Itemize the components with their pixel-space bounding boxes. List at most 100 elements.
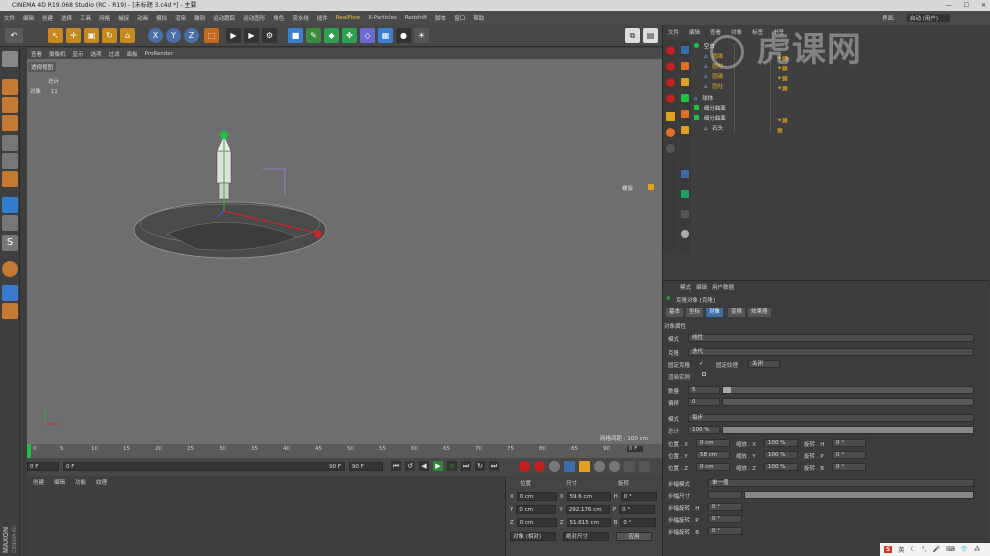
scale-z-input[interactable]: 100 % xyxy=(764,463,798,471)
menu-window[interactable]: 窗口 xyxy=(454,14,465,22)
layout-icon[interactable]: ▤ xyxy=(643,28,658,43)
tab-transform[interactable]: 变换 xyxy=(728,308,746,317)
cube-icon[interactable]: ■ xyxy=(288,28,303,43)
workplane-icon[interactable] xyxy=(2,115,18,131)
end-frame-field[interactable]: 90 F xyxy=(349,462,383,471)
recent-tool-icon[interactable]: ⌂ xyxy=(120,28,135,43)
count-slider[interactable] xyxy=(722,386,974,394)
palette2-icon-8[interactable] xyxy=(681,190,689,198)
attr-menu-userdata[interactable]: 用户数据 xyxy=(712,283,734,291)
total-slider[interactable] xyxy=(722,426,974,434)
last-frame-icon[interactable]: ⏭ xyxy=(489,461,499,471)
menu-plugins[interactable]: 插件 xyxy=(317,14,328,22)
maximize-button[interactable]: ☐ xyxy=(964,0,969,11)
layout-dropdown[interactable]: 启动 (用户) xyxy=(906,14,950,22)
menu-select[interactable]: 选择 xyxy=(61,14,72,22)
z-axis-icon[interactable]: Z xyxy=(184,28,199,43)
step-rot-p-input[interactable]: 0 ° xyxy=(708,515,742,523)
range-slider[interactable]: 0 F 90 F xyxy=(63,462,345,471)
menu-motion-tracking[interactable]: 运动跟踪 xyxy=(213,14,235,22)
texture-mode-icon[interactable] xyxy=(2,97,18,113)
rotate-icon[interactable]: ↻ xyxy=(102,28,117,43)
prev-frame-icon[interactable]: ◀ xyxy=(419,461,429,471)
record-key-icon[interactable] xyxy=(519,461,530,472)
count-field[interactable]: 5 xyxy=(688,386,720,394)
menu-help[interactable]: 帮助 xyxy=(473,14,484,22)
coords-apply-button[interactable]: 应用 xyxy=(616,532,652,541)
param-key-icon[interactable] xyxy=(609,461,620,472)
palette2-icon-3[interactable] xyxy=(681,78,689,86)
camera-icon[interactable]: ● xyxy=(396,28,411,43)
palette2-icon-10[interactable] xyxy=(681,230,689,238)
size-z-field[interactable]: 51.615 cm xyxy=(566,518,611,527)
locked-workplane-icon[interactable] xyxy=(2,261,18,277)
key-selection-icon[interactable] xyxy=(549,461,560,472)
snap-icon[interactable]: S xyxy=(2,235,18,251)
om-menu-file[interactable]: 文件 xyxy=(668,28,679,36)
ime-grid-icon[interactable]: ⁂ xyxy=(974,546,980,553)
render-instances-checkbox[interactable] xyxy=(702,372,706,376)
vp-menu-prorender[interactable]: ProRender xyxy=(145,51,173,57)
palette-icon-6[interactable] xyxy=(666,128,675,137)
select-arrow-icon[interactable]: ↖ xyxy=(48,28,63,43)
loop-icon[interactable]: ↻ xyxy=(475,461,485,471)
total-field[interactable]: 100 % xyxy=(688,426,720,434)
fixed-texture-dropdown[interactable]: 关闭 xyxy=(748,360,780,368)
scale-icon[interactable]: ▣ xyxy=(84,28,99,43)
next-key-icon[interactable]: ≡ xyxy=(447,461,457,471)
mode-dropdown[interactable]: 线性 xyxy=(688,334,974,342)
vp-menu-panel[interactable]: 面板 xyxy=(127,50,138,58)
ime-moon-icon[interactable]: ☾ xyxy=(910,546,915,553)
rot-b-field[interactable]: 0 ° xyxy=(620,518,657,527)
palette-icon-2[interactable] xyxy=(666,62,675,71)
render-view-icon[interactable]: ▶ xyxy=(226,28,241,43)
play-icon[interactable]: ▶ xyxy=(433,461,443,471)
move-icon[interactable]: ✛ xyxy=(66,28,81,43)
vp-menu-view[interactable]: 查看 xyxy=(31,50,42,58)
light-icon[interactable]: ☀ xyxy=(414,28,429,43)
menu-mograph[interactable]: 运动图形 xyxy=(243,14,265,22)
planar-workplane-icon[interactable] xyxy=(2,285,18,301)
menu-sculpt[interactable]: 雕刻 xyxy=(194,14,205,22)
menu-create[interactable]: 创建 xyxy=(42,14,53,22)
goto-start-icon[interactable]: ⏮ xyxy=(391,461,401,471)
mode2-dropdown[interactable]: 每步 xyxy=(688,414,974,422)
model-mode-icon[interactable] xyxy=(2,79,18,95)
palette2-icon-4[interactable] xyxy=(681,94,689,102)
ime-language[interactable]: 英 xyxy=(898,545,904,554)
current-frame-field[interactable]: 0 F xyxy=(627,446,644,452)
step-rot-b-input[interactable]: 0 ° xyxy=(708,527,742,535)
menu-edit[interactable]: 编辑 xyxy=(23,14,34,22)
timeline-menu-icon[interactable] xyxy=(639,461,650,472)
clone-dropdown[interactable]: 迭代 xyxy=(688,348,974,356)
palette-psd-icon[interactable] xyxy=(666,112,675,121)
quantize-icon[interactable] xyxy=(2,303,18,319)
mat-menu-function[interactable]: 功能 xyxy=(75,478,86,486)
sogou-icon[interactable]: S xyxy=(884,546,893,553)
palette2-icon-6[interactable] xyxy=(681,126,689,134)
edges-mode-icon[interactable] xyxy=(2,153,18,169)
prev-key-icon[interactable]: ↺ xyxy=(405,461,415,471)
menu-redshift[interactable]: Redshift xyxy=(405,15,427,21)
vp-menu-camera[interactable]: 摄像机 xyxy=(49,50,66,58)
floor-icon[interactable]: ▦ xyxy=(378,28,393,43)
step-mode-dropdown[interactable]: 单一值 xyxy=(708,479,974,487)
menu-script[interactable]: 脚本 xyxy=(435,14,446,22)
x-axis-icon[interactable]: X xyxy=(148,28,163,43)
pla-key-icon[interactable] xyxy=(624,461,635,472)
polygons-mode-icon[interactable] xyxy=(2,171,18,187)
ime-comma-icon[interactable]: °, xyxy=(922,546,927,553)
tag-icon[interactable]: ✦▦ xyxy=(777,85,788,92)
menu-animate[interactable]: 动画 xyxy=(137,14,148,22)
scale-x-input[interactable]: 100 % xyxy=(764,439,798,447)
attr-menu-mode[interactable]: 模式 xyxy=(680,283,691,291)
timeline-playhead[interactable] xyxy=(27,444,31,458)
menu-render[interactable]: 渲染 xyxy=(175,14,186,22)
menu-file[interactable]: 文件 xyxy=(4,14,15,22)
x-axis-knob[interactable] xyxy=(314,230,322,238)
rot-h-input[interactable]: 0 ° xyxy=(832,439,866,447)
y-axis-knob[interactable] xyxy=(220,131,228,139)
menu-simulate[interactable]: 模拟 xyxy=(156,14,167,22)
side-badge-icon[interactable] xyxy=(648,184,654,190)
render-picture-viewer-icon[interactable]: ▶ xyxy=(244,28,259,43)
